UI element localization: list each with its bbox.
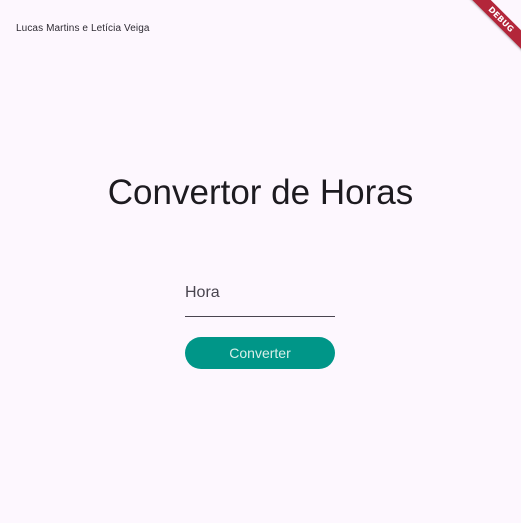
convert-button[interactable]: Converter xyxy=(185,337,335,369)
debug-ribbon-label: DEBUG xyxy=(466,0,521,54)
hour-input[interactable] xyxy=(185,280,335,306)
page-title: Convertor de Horas xyxy=(107,173,414,212)
debug-banner: DEBUG xyxy=(461,0,521,60)
authors-label: Lucas Martins e Letícia Veiga xyxy=(16,23,150,34)
hour-field[interactable] xyxy=(185,280,335,317)
